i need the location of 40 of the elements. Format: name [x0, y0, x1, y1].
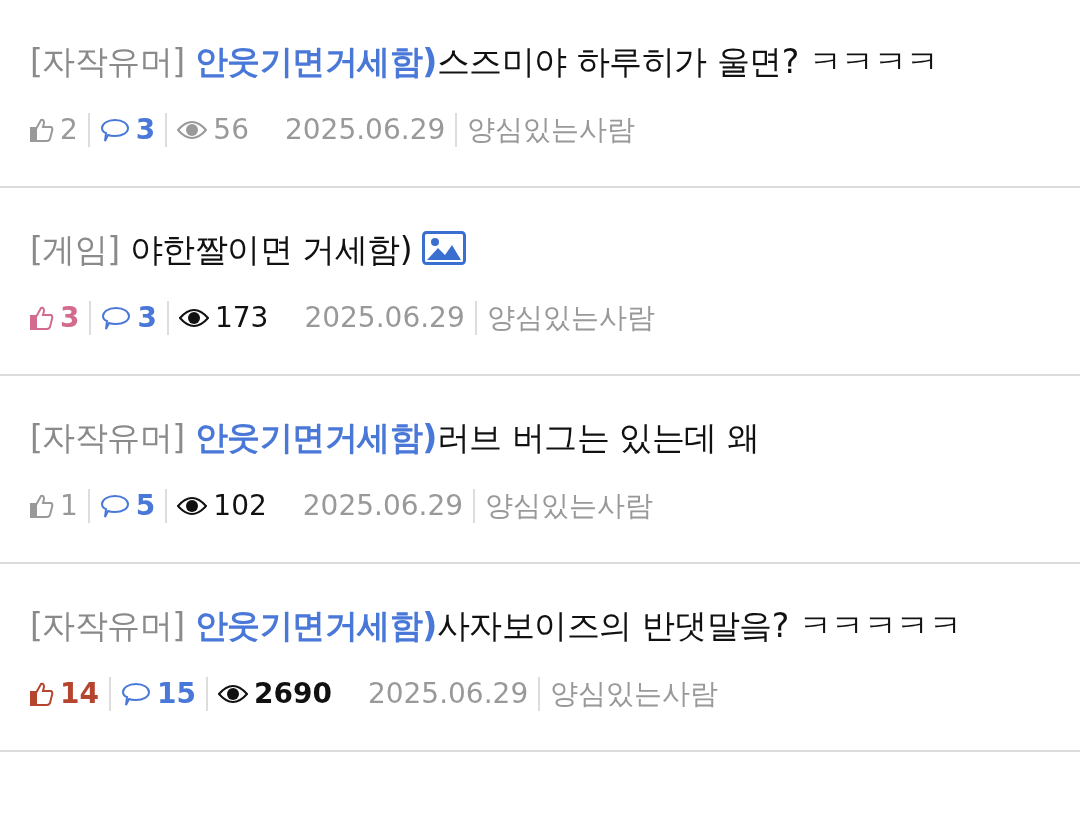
post-date: 2025.06.29: [367, 676, 529, 712]
post-title[interactable]: [게임] 야한짤이면 거세함): [30, 230, 413, 269]
post-title[interactable]: [자작유머] 안웃기면거세함)사자보이즈의 반댓말읔? ㅋㅋㅋㅋㅋ: [30, 606, 962, 645]
comment-count: 3: [135, 112, 156, 148]
eye-icon: [217, 684, 248, 704]
speech-bubble-icon: [99, 117, 130, 143]
like-count: 1: [60, 488, 78, 524]
post-row[interactable]: [자작유머] 안웃기면거세함)사자보이즈의 반댓말읔? ㅋㅋㅋㅋㅋ 14 15 2690 2025.06.29 양심있는사람: [0, 564, 1080, 752]
thumbs-up-icon: [30, 117, 54, 143]
view-count: 56: [213, 112, 249, 148]
view-count: 173: [214, 300, 269, 336]
speech-bubble-icon: [99, 493, 130, 519]
eye-icon: [177, 120, 208, 140]
like-count: 2: [60, 112, 78, 148]
comment-count: 3: [137, 300, 157, 336]
post-row[interactable]: [자작유머] 안웃기면거세함)러브 버그는 있는데 왜 1 5 102 2025.06.29 양심있는사람: [0, 376, 1080, 564]
like-count: 3: [60, 300, 80, 336]
eye-icon: [177, 496, 208, 516]
comment-count: 15: [156, 676, 196, 712]
speech-bubble-icon: [101, 305, 132, 331]
author-name: 양심있는사람: [550, 676, 719, 712]
post-row[interactable]: [게임] 야한짤이면 거세함) 3 3 173 2025.06.29 양심있는사람: [0, 188, 1080, 376]
thumbs-up-icon: [30, 681, 54, 707]
post-title[interactable]: [자작유머] 안웃기면거세함)스즈미야 하루히가 울면? ㅋㅋㅋㅋ: [30, 42, 939, 81]
comment-count: 5: [135, 488, 156, 524]
like-count: 14: [60, 676, 99, 712]
author-name: 양심있는사람: [485, 488, 654, 524]
post-date: 2025.06.29: [284, 112, 446, 148]
post-date: 2025.06.29: [302, 488, 464, 524]
post-title[interactable]: [자작유머] 안웃기면거세함)러브 버그는 있는데 왜: [30, 418, 760, 457]
author-name: 양심있는사람: [486, 300, 655, 336]
view-count: 2690: [253, 676, 332, 712]
thumbs-up-icon: [30, 493, 54, 519]
eye-icon: [178, 308, 209, 328]
post-row[interactable]: [자작유머] 안웃기면거세함)스즈미야 하루히가 울면? ㅋㅋㅋㅋ 2 3 56 2025.06.29 양심있는사람: [0, 0, 1080, 188]
speech-bubble-icon: [120, 681, 151, 707]
view-count: 102: [213, 488, 267, 524]
post-date: 2025.06.29: [304, 300, 465, 336]
author-name: 양심있는사람: [467, 112, 636, 148]
thumbs-up-icon: [30, 305, 54, 331]
